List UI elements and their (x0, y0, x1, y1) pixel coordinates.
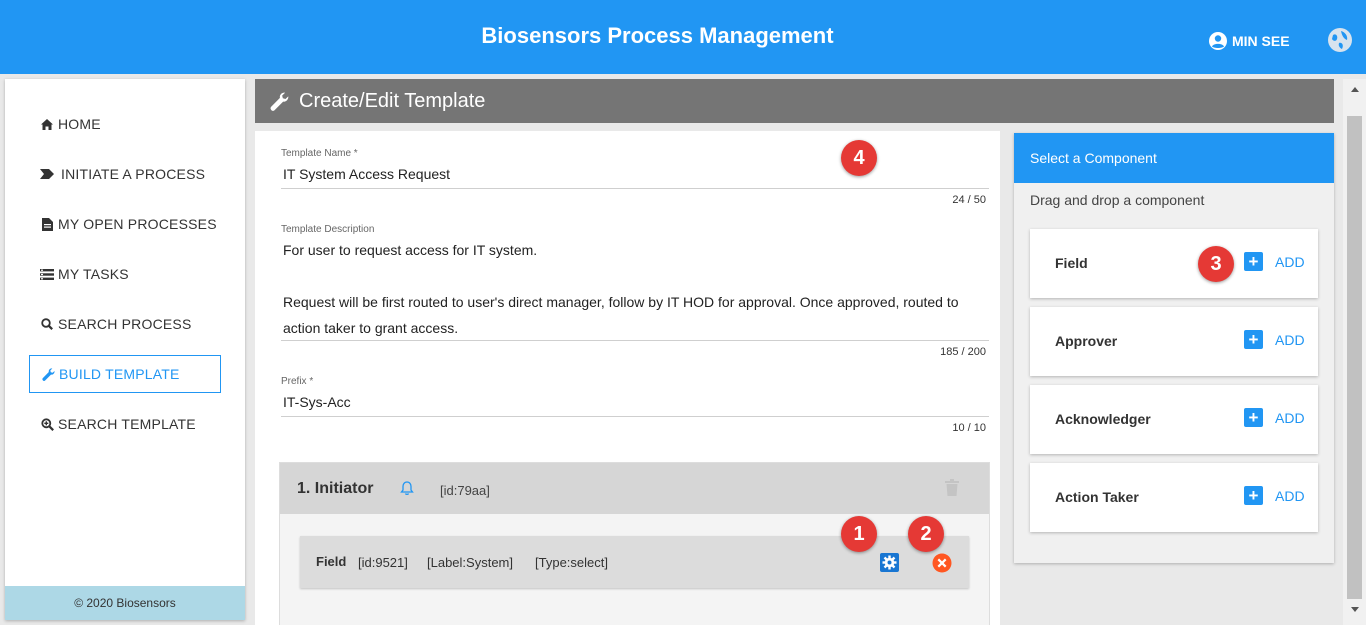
template-form: Template Name * IT System Access Request… (255, 131, 1000, 625)
add-approver-button[interactable]: + ADD (1244, 330, 1305, 349)
sidebar-item-label: MY TASKS (58, 266, 129, 282)
component-card-approver[interactable]: Approver + ADD (1030, 307, 1318, 376)
sidebar-item-my-open-processes[interactable]: MY OPEN PROCESSES (29, 205, 221, 243)
add-label: ADD (1275, 331, 1305, 348)
description-line: Request will be first routed to user's d… (283, 294, 959, 310)
initiator-section: 1. Initiator [id:79aa] Field [id:9521] [… (279, 462, 990, 625)
sidebar-item-build-template[interactable]: BUILD TEMPLATE (29, 355, 221, 393)
initiator-header: 1. Initiator [id:79aa] (280, 463, 989, 514)
prefix-label: Prefix * (281, 376, 314, 387)
add-action-taker-button[interactable]: + ADD (1244, 486, 1305, 505)
app-title: Biosensors Process Management (481, 23, 834, 48)
template-name-label: Template Name * (281, 148, 358, 159)
add-label: ADD (1275, 487, 1305, 504)
plus-icon: + (1244, 486, 1263, 505)
component-card-action-taker[interactable]: Action Taker + ADD (1030, 463, 1318, 532)
sidebar-item-my-tasks[interactable]: MY TASKS (29, 255, 221, 293)
page-scrollbar[interactable] (1343, 79, 1366, 625)
field-row-name: Field (316, 554, 347, 569)
plus-icon: + (1244, 408, 1263, 427)
trash-icon[interactable] (945, 479, 959, 501)
sidebar: HOME INITIATE A PROCESS MY OPEN PROCESSE… (5, 79, 245, 620)
component-name: Approver (1055, 333, 1118, 349)
globe-icon (1328, 28, 1352, 52)
component-name: Action Taker (1055, 489, 1139, 505)
footer-copyright: © 2020 Biosensors (5, 586, 245, 620)
tasks-icon (39, 268, 55, 280)
sidebar-item-label: HOME (58, 116, 101, 132)
template-description-label: Template Description (281, 224, 375, 235)
step-marker-4: 4 (841, 140, 877, 176)
initiator-title: 1. Initiator (297, 480, 374, 497)
add-label: ADD (1275, 253, 1305, 270)
wrench-icon (270, 92, 289, 111)
language-button[interactable] (1327, 27, 1353, 58)
search-plus-icon (39, 417, 55, 431)
scrollbar-thumb[interactable] (1347, 116, 1362, 599)
component-name: Acknowledger (1055, 411, 1151, 427)
close-circle-icon[interactable] (932, 553, 952, 578)
component-name: Field (1055, 255, 1088, 271)
wrench-icon (40, 367, 56, 381)
template-description-counter: 185 / 200 (940, 346, 986, 358)
description-line: For user to request access for IT system… (283, 242, 538, 258)
app-header: Biosensors Process Management MIN SEE (0, 0, 1366, 74)
page-title: Create/Edit Template (299, 89, 486, 112)
component-card-acknowledger[interactable]: Acknowledger + ADD (1030, 385, 1318, 454)
plus-icon: + (1244, 330, 1263, 349)
component-panel-subtitle: Drag and drop a component (1030, 192, 1205, 208)
search-icon (39, 318, 55, 330)
chevron-right-icon (39, 169, 55, 179)
prefix-counter: 10 / 10 (952, 422, 986, 434)
component-card-field[interactable]: Field + ADD (1030, 229, 1318, 298)
field-row-type: [Type:select] (535, 555, 608, 570)
plus-icon: + (1244, 252, 1263, 271)
divider (281, 416, 989, 417)
step-marker-3: 3 (1198, 246, 1234, 282)
sidebar-item-label: SEARCH TEMPLATE (58, 416, 196, 432)
add-label: ADD (1275, 409, 1305, 426)
gear-icon[interactable] (880, 553, 899, 577)
user-menu[interactable]: MIN SEE (1208, 31, 1290, 51)
account-circle-icon (1209, 32, 1227, 50)
field-row-id: [id:9521] (358, 555, 408, 570)
sidebar-item-label: MY OPEN PROCESSES (58, 216, 217, 232)
divider (281, 340, 989, 341)
sidebar-item-search-process[interactable]: SEARCH PROCESS (29, 305, 221, 343)
template-name-input[interactable]: IT System Access Request (283, 166, 450, 182)
scroll-down-arrow-icon[interactable] (1351, 607, 1359, 612)
sidebar-item-label: BUILD TEMPLATE (59, 366, 180, 382)
home-icon (39, 118, 55, 130)
sidebar-item-initiate-process[interactable]: INITIATE A PROCESS (29, 155, 221, 193)
add-field-button[interactable]: + ADD (1244, 252, 1305, 271)
component-panel: Select a Component Drag and drop a compo… (1014, 133, 1334, 563)
page-title-bar: Create/Edit Template (255, 79, 1334, 123)
file-icon (39, 217, 55, 231)
bell-icon[interactable] (400, 481, 414, 501)
sidebar-item-search-template[interactable]: SEARCH TEMPLATE (29, 405, 221, 443)
initiator-id: [id:79aa] (440, 483, 490, 498)
description-line: action taker to grant access. (283, 320, 459, 336)
add-acknowledger-button[interactable]: + ADD (1244, 408, 1305, 427)
user-name: MIN SEE (1232, 33, 1290, 49)
divider (281, 188, 989, 189)
template-name-counter: 24 / 50 (952, 194, 986, 206)
sidebar-item-home[interactable]: HOME (29, 105, 221, 143)
prefix-input[interactable]: IT-Sys-Acc (283, 394, 351, 410)
sidebar-item-label: INITIATE A PROCESS (61, 166, 206, 182)
component-panel-header: Select a Component (1014, 133, 1334, 183)
field-row-label: [Label:System] (427, 555, 513, 570)
sidebar-item-label: SEARCH PROCESS (58, 316, 192, 332)
step-marker-2: 2 (908, 516, 944, 552)
scroll-up-arrow-icon[interactable] (1351, 87, 1359, 92)
step-marker-1: 1 (841, 516, 877, 552)
